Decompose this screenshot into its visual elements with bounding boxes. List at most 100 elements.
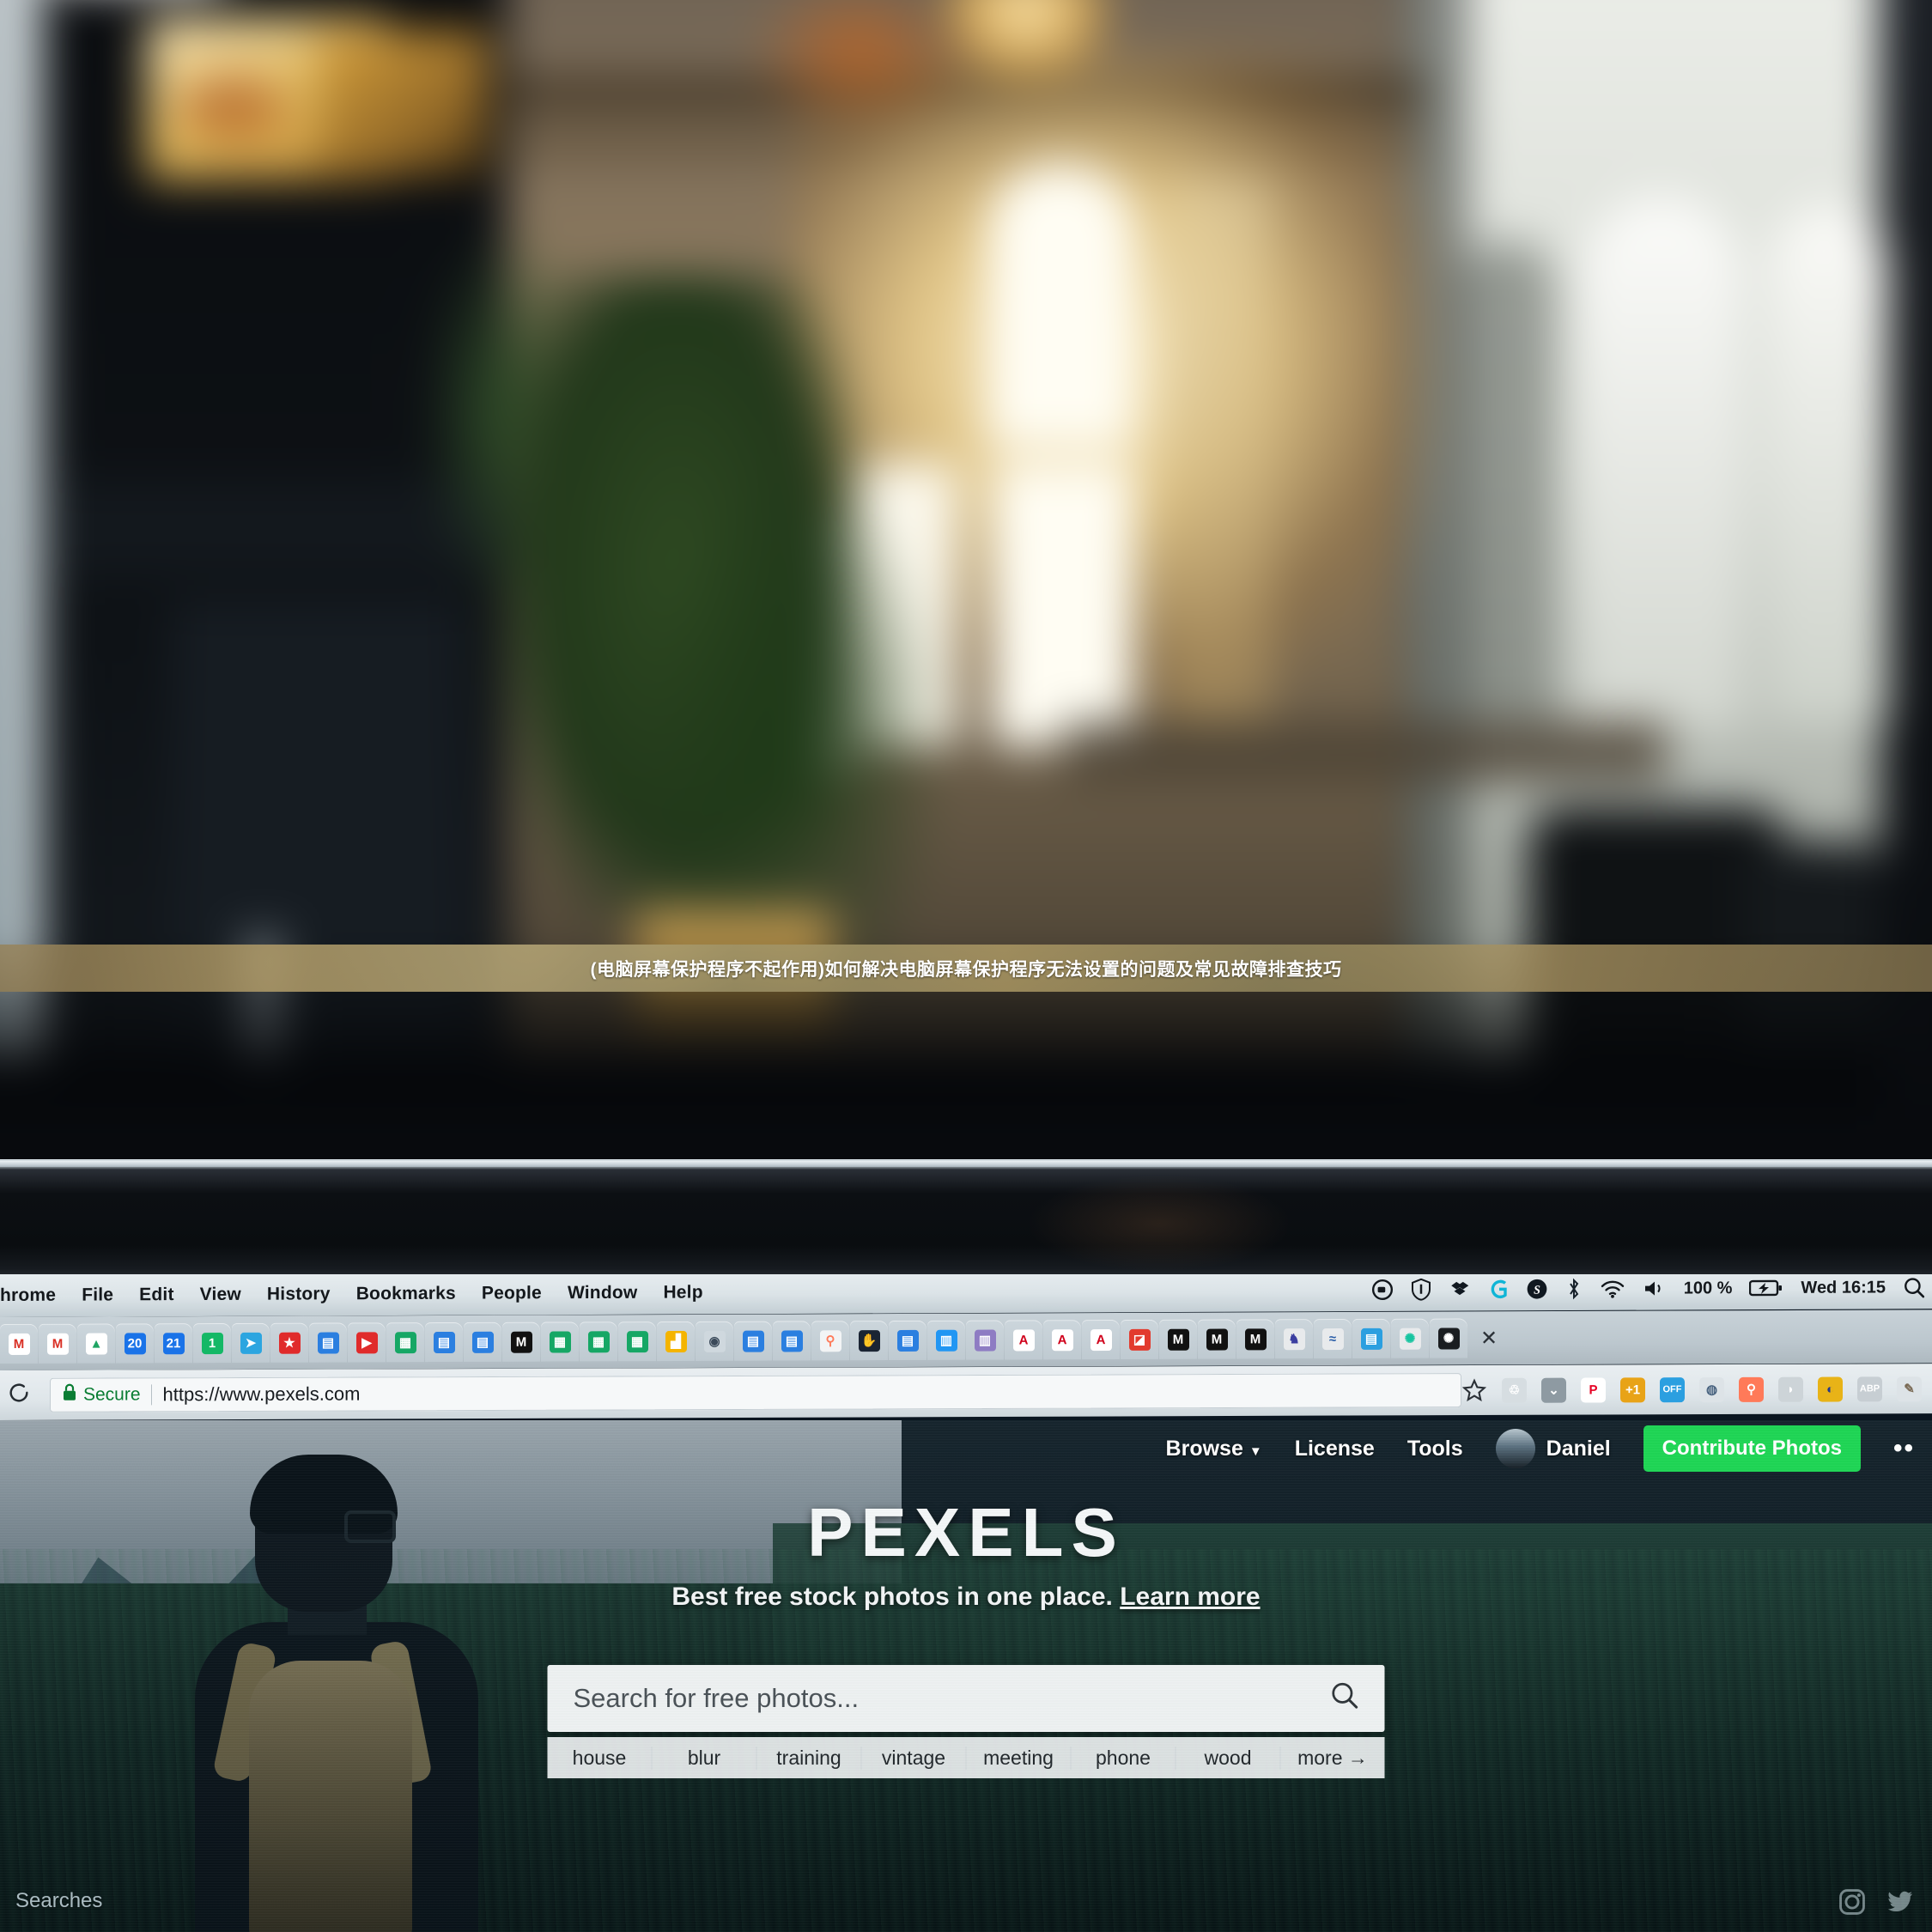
menu-item-file[interactable]: File [82,1285,113,1305]
twitter-icon[interactable] [1886,1887,1915,1917]
browser-tab[interactable]: A [1005,1320,1042,1360]
wifi-icon[interactable] [1600,1279,1625,1299]
menu-item-bookmarks[interactable]: Bookmarks [356,1284,456,1305]
browser-tab[interactable]: ▤ [889,1320,927,1361]
browser-tab[interactable]: ♞ [1275,1319,1313,1359]
shield-icon[interactable] [1411,1278,1431,1301]
browser-tab[interactable]: ▤ [734,1321,772,1361]
menu-item-edit[interactable]: Edit [139,1285,173,1305]
overflow-menu-icon[interactable]: •• [1893,1434,1915,1463]
pocket-icon[interactable]: ⌄ [1541,1377,1566,1403]
tag-phone[interactable]: phone [1072,1746,1176,1770]
browser-tab[interactable]: A [1043,1320,1081,1360]
browser-tab[interactable]: M [0,1323,38,1364]
browser-tab-strip[interactable]: M M ▲ 20 21 1 ➤ ★ ▤ ▶ ▦ ▤ ▤ M ▦ ▦ ▦ ▟ ◉ ▤ ▤ ⚲ ✋ ▤ ▥ ▥ A A A ◪ M M M ♞ ≈ ▤ ✺ ✺… [0,1309,1932,1370]
search-icon[interactable] [1330,1680,1359,1716]
browser-tab[interactable]: ▦ [618,1321,656,1362]
browser-tab[interactable]: M [1198,1319,1236,1359]
tag-blur[interactable]: blur [653,1746,757,1770]
bluetooth-icon[interactable] [1565,1278,1583,1300]
browser-tab[interactable]: A [1082,1319,1120,1360]
red-bookmark-icon: ★ [278,1332,301,1354]
nav-item-tools[interactable]: Tools [1407,1437,1463,1461]
pinterest-icon[interactable]: P [1581,1376,1606,1403]
menu-item-hrome[interactable]: hrome [0,1285,56,1306]
close-icon[interactable]: ✕ [1468,1326,1510,1351]
browser-tab[interactable]: ≈ [1314,1318,1352,1359]
browser-tab[interactable]: ▤ [309,1322,347,1363]
instagram-icon[interactable] [1838,1887,1867,1917]
tag-meeting[interactable]: meeting [967,1746,1072,1770]
tag-vintage[interactable]: vintage [862,1746,967,1770]
browser-tab[interactable]: M [502,1321,540,1362]
user-menu[interactable]: Daniel [1495,1429,1611,1468]
contribute-photos-button[interactable]: Contribute Photos [1643,1425,1861,1472]
browser-tab[interactable]: ▥ [927,1320,965,1360]
google-docs-icon: ▤ [781,1329,803,1352]
browser-tab[interactable]: ▦ [386,1322,424,1363]
skype-icon[interactable]: S [1526,1278,1548,1300]
browser-tab[interactable]: ▟ [657,1321,695,1362]
adblock-plus-icon[interactable]: ABP [1857,1376,1882,1401]
browser-extensions[interactable]: ♲ ⌄ P +1 OFF ◍ ⚲ ◗ ◐ ABP ✎ [1486,1376,1932,1403]
tag-more[interactable]: more → [1281,1747,1385,1770]
searches-label: Searches [15,1889,103,1912]
browser-tab[interactable]: ▦ [580,1321,617,1362]
menu-item-history[interactable]: History [267,1284,331,1304]
address-bar[interactable]: Secure https://www.pexels.com [50,1373,1461,1413]
nav-item-license[interactable]: License [1295,1437,1375,1461]
browser-tab[interactable]: M [1236,1319,1274,1359]
grey-shape-icon[interactable]: ◗ [1778,1376,1803,1402]
chevron-down-icon: ▼ [1249,1443,1262,1459]
search-input[interactable]: Search for free photos... [547,1665,1385,1732]
browser-tab[interactable]: ▲ [77,1323,115,1364]
social-links[interactable] [1838,1887,1915,1917]
menu-item-view[interactable]: View [200,1285,241,1305]
browser-tab[interactable]: ⚲ [811,1321,849,1361]
browser-tab[interactable]: ▤ [464,1321,501,1362]
plus-one-badge-icon[interactable]: +1 [1620,1376,1645,1402]
browser-tab[interactable]: ▤ [773,1321,811,1361]
nav-item-browse[interactable]: Browse ▼ [1166,1437,1262,1461]
browser-tab[interactable]: ✺ [1430,1318,1467,1358]
menu-item-people[interactable]: People [482,1283,542,1303]
browser-tab[interactable]: 1 [193,1322,231,1364]
browser-tab[interactable]: M [1159,1319,1197,1359]
spotlight-search-icon[interactable] [1903,1276,1925,1298]
notepad-edit-icon[interactable]: ✎ [1897,1376,1922,1401]
browser-tab[interactable]: ▤ [1352,1318,1390,1358]
browser-tab[interactable]: ▶ [348,1322,386,1363]
volume-icon[interactable] [1643,1279,1667,1299]
browser-tab[interactable]: ◪ [1121,1319,1158,1359]
browser-tab[interactable]: ▦ [541,1321,579,1362]
tag-house[interactable]: house [548,1746,653,1770]
browser-tab[interactable]: ◉ [696,1321,733,1361]
magnifier-icon[interactable]: ◍ [1699,1376,1724,1402]
browser-tab[interactable]: ✋ [850,1321,888,1361]
battery-charging-icon[interactable] [1749,1278,1783,1298]
dropbox-icon[interactable] [1449,1279,1471,1301]
browser-tab[interactable]: 20 [116,1323,154,1364]
reload-icon[interactable] [7,1380,31,1410]
browser-tab[interactable]: ✺ [1391,1318,1429,1358]
zoom-icon[interactable] [1371,1279,1394,1301]
hand-cursor-icon: ✋ [858,1329,880,1352]
recycle-icon[interactable]: ♲ [1502,1377,1527,1403]
logitech-icon[interactable] [1488,1278,1509,1300]
menu-item-help[interactable]: Help [663,1282,702,1303]
browser-tab[interactable]: ▤ [425,1321,463,1363]
browser-tab[interactable]: ★ [270,1322,308,1363]
tag-training[interactable]: training [757,1746,862,1770]
tag-wood[interactable]: wood [1176,1746,1281,1770]
browser-tab[interactable]: ➤ [232,1322,270,1363]
star-icon[interactable] [1461,1377,1486,1402]
learn-more-link[interactable]: Learn more [1120,1583,1260,1611]
hubspot-icon[interactable]: ⚲ [1739,1376,1764,1402]
browser-tab[interactable]: M [39,1323,76,1364]
blue-yellow-icon[interactable]: ◐ [1818,1376,1843,1402]
menu-item-window[interactable]: Window [568,1283,638,1303]
browser-tab[interactable]: 21 [155,1323,192,1364]
browser-tab[interactable]: ▥ [966,1320,1004,1360]
off-toggle-icon[interactable]: OFF [1660,1376,1685,1402]
popular-tags-bar[interactable]: house blur training vintage meeting phone wood… [547,1737,1385,1778]
